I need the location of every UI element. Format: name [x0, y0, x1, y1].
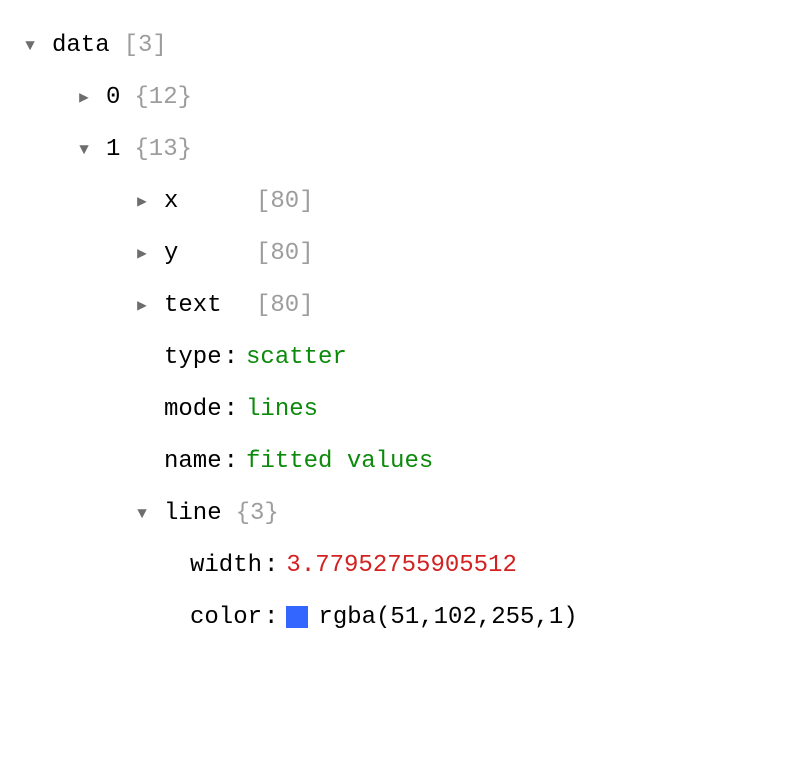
node-value-number: 3.77952755905512	[286, 548, 516, 584]
tree-node-data[interactable]: ▼ data [3]	[0, 20, 812, 72]
node-meta: [80]	[256, 236, 314, 272]
tree-leaf-type[interactable]: type : scatter	[0, 332, 812, 384]
node-meta: {3}	[236, 496, 279, 532]
node-key: text	[164, 288, 242, 324]
toggle-collapsed-icon[interactable]: ▶	[132, 242, 152, 266]
tree-node-line[interactable]: ▼ line {3}	[0, 488, 812, 540]
node-value-color: rgba(51,102,255,1)	[318, 600, 577, 636]
colon: :	[264, 600, 278, 636]
tree-leaf-mode[interactable]: mode : lines	[0, 384, 812, 436]
tree-leaf-color[interactable]: color : rgba(51,102,255,1)	[0, 592, 812, 644]
toggle-expanded-icon[interactable]: ▼	[20, 34, 40, 58]
node-key: name	[164, 444, 222, 480]
node-value-string: scatter	[246, 340, 347, 376]
tree-node-y[interactable]: ▶ y [80]	[0, 228, 812, 280]
node-meta: [80]	[256, 288, 314, 324]
tree-leaf-width[interactable]: width : 3.77952755905512	[0, 540, 812, 592]
node-value-string: lines	[246, 392, 318, 428]
toggle-collapsed-icon[interactable]: ▶	[132, 190, 152, 214]
node-key: mode	[164, 392, 222, 428]
node-meta: {12}	[134, 80, 192, 116]
node-key: type	[164, 340, 222, 376]
node-key: color	[190, 600, 262, 636]
node-key: 1	[106, 132, 120, 168]
node-key: y	[164, 236, 242, 272]
tree-node-1[interactable]: ▼ 1 {13}	[0, 124, 812, 176]
node-key: 0	[106, 80, 120, 116]
node-meta: [80]	[256, 184, 314, 220]
colon: :	[224, 392, 238, 428]
toggle-collapsed-icon[interactable]: ▶	[74, 86, 94, 110]
color-swatch-icon	[286, 606, 308, 628]
colon: :	[224, 340, 238, 376]
colon: :	[224, 444, 238, 480]
node-key: x	[164, 184, 242, 220]
toggle-expanded-icon[interactable]: ▼	[74, 138, 94, 162]
tree-node-text[interactable]: ▶ text [80]	[0, 280, 812, 332]
tree-node-x[interactable]: ▶ x [80]	[0, 176, 812, 228]
node-meta: {13}	[134, 132, 192, 168]
node-meta: [3]	[124, 28, 167, 64]
node-key: data	[52, 28, 110, 64]
colon: :	[264, 548, 278, 584]
toggle-collapsed-icon[interactable]: ▶	[132, 294, 152, 318]
tree-node-0[interactable]: ▶ 0 {12}	[0, 72, 812, 124]
node-key: width	[190, 548, 262, 584]
toggle-expanded-icon[interactable]: ▼	[132, 502, 152, 526]
node-value-string: fitted values	[246, 444, 433, 480]
tree-leaf-name[interactable]: name : fitted values	[0, 436, 812, 488]
node-key: line	[164, 496, 222, 532]
